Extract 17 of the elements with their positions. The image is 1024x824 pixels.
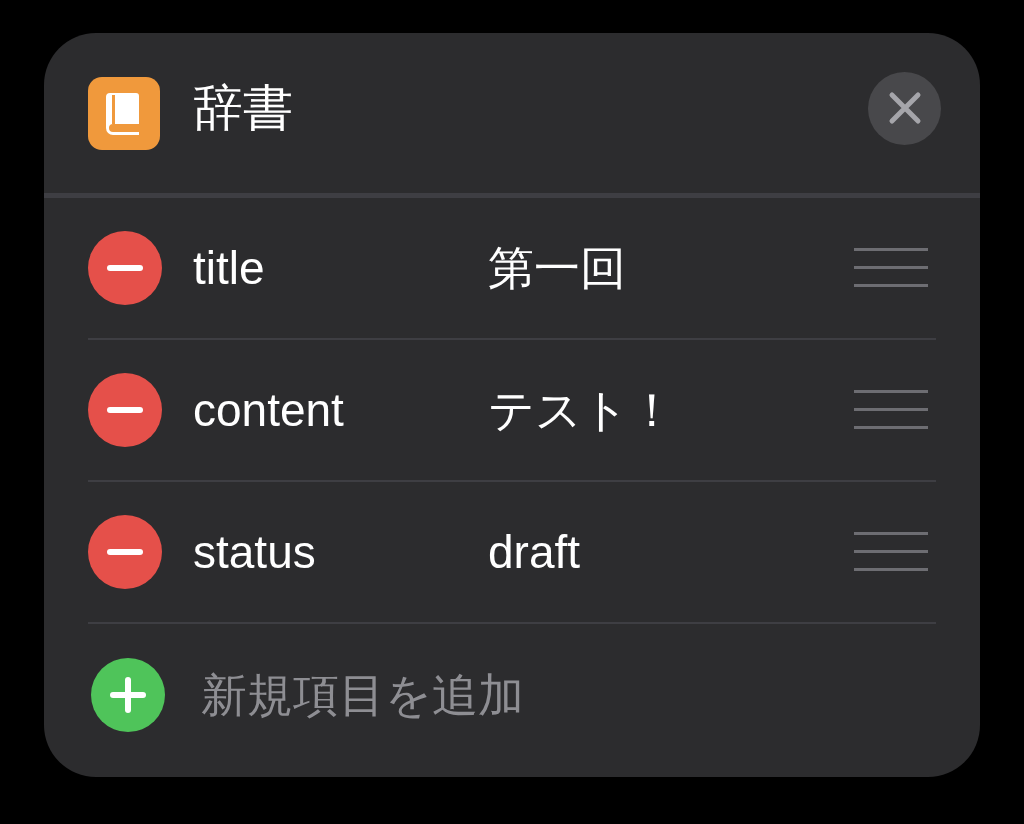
entry-value: draft <box>488 524 582 580</box>
minus-icon <box>107 265 143 271</box>
drag-handle-icon[interactable] <box>854 532 928 572</box>
minus-icon <box>107 549 143 555</box>
minus-icon <box>107 407 143 413</box>
close-icon <box>887 91 922 125</box>
book-icon <box>88 76 160 150</box>
plus-icon <box>110 677 146 713</box>
entry-key: title <box>193 233 488 303</box>
entry-key: status <box>193 517 488 587</box>
entry-key: content <box>193 375 488 445</box>
card-title: 辞書 <box>193 78 294 138</box>
entry-value: テスト！ <box>488 382 676 438</box>
drag-handle-icon[interactable] <box>854 248 928 288</box>
entry-value: 第一回 <box>488 240 627 296</box>
add-item-label[interactable]: 新規項目を追加 <box>201 660 524 730</box>
drag-handle-icon[interactable] <box>854 390 928 430</box>
